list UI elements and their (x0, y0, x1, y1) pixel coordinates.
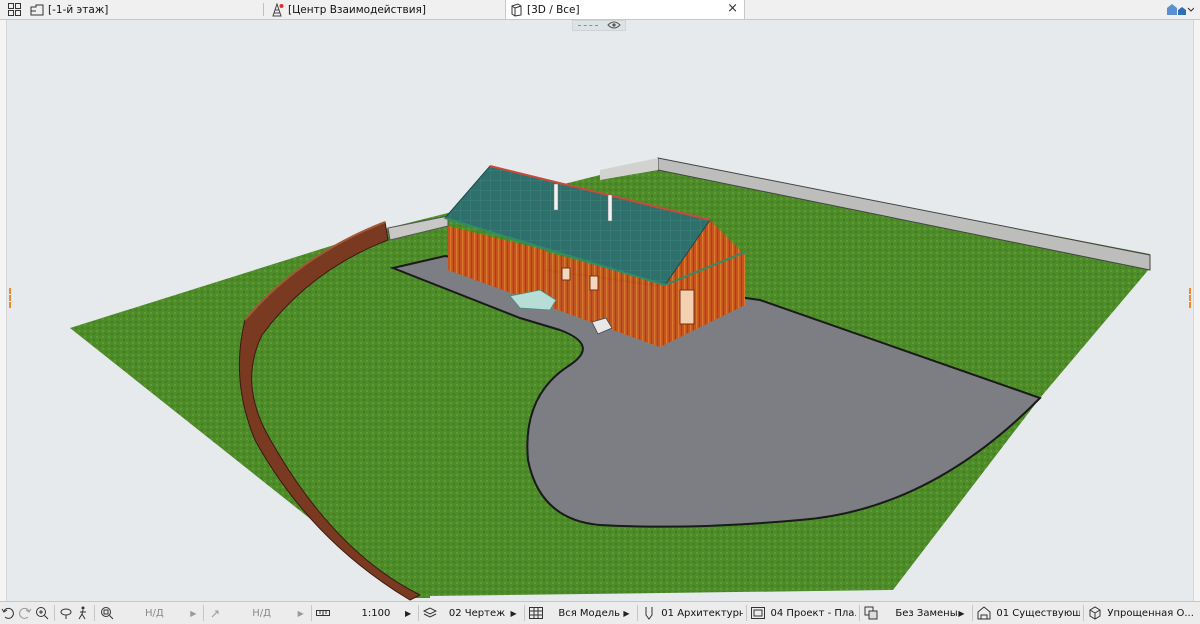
3d-view-icon (510, 2, 523, 17)
renovation-icon[interactable] (976, 605, 991, 621)
chimney-2 (607, 194, 613, 222)
dropdown-arrow-icon: ▶ (297, 608, 304, 618)
tab-label: [3D / Все] (527, 3, 580, 16)
structure-display-value: Упрощенная О... (1107, 607, 1194, 619)
zoom-value: Н/Д (145, 607, 164, 619)
tab-label: [Центр Взаимодействия] (288, 3, 426, 16)
tab-3d-view[interactable]: [3D / Все] × (505, 0, 745, 19)
3d-scene[interactable] (6, 20, 1194, 601)
structure-display-icon[interactable] (1088, 605, 1103, 621)
layer-combination-cell[interactable]: 02 Чертеж ▶ (439, 602, 521, 624)
collaboration-center-icon (270, 2, 284, 17)
chimney-1 (553, 183, 559, 211)
pen-set-cell[interactable]: 01 Архитектурн... ▶ (657, 602, 742, 624)
navigator-icon (1166, 2, 1194, 16)
rotation-value: Н/Д (252, 607, 271, 619)
dropdown-arrow-icon: ▶ (404, 608, 412, 618)
model-view-options-icon[interactable] (751, 605, 766, 621)
dropdown-arrow-icon: ▶ (623, 608, 630, 618)
dropdown-arrow-icon: ▶ (510, 608, 517, 618)
renovation-value: 01 Существующ... (996, 607, 1080, 619)
zoom-value-cell[interactable]: Н/Д ▶ (115, 602, 200, 624)
tab-floor-plan[interactable]: [-1-й этаж] (26, 0, 262, 19)
pen-set-value: 01 Архитектурн... (661, 607, 743, 619)
graphic-override-value: Без Замены (895, 607, 958, 619)
tab-label: [-1-й этаж] (48, 3, 109, 16)
tab-bar: [-1-й этаж] [Центр Взаимодействия] [3D /… (0, 0, 1200, 20)
navigator-button[interactable] (1166, 2, 1194, 16)
scale-icon[interactable] (316, 605, 331, 621)
rotation-icon[interactable] (208, 605, 223, 621)
layer-combination-value: 02 Чертеж (448, 607, 506, 619)
model-view-options-value: 04 Проект - Пла... (770, 607, 856, 619)
window (589, 275, 599, 291)
window (679, 289, 695, 325)
zoom-in-icon[interactable] (35, 605, 50, 621)
graphic-override-cell[interactable]: Без Замены ▶ (879, 602, 968, 624)
redo-zoom-icon[interactable] (18, 605, 33, 621)
undo-zoom-icon[interactable] (1, 605, 16, 621)
model-view-value: Вся Модель (558, 607, 621, 619)
walk-icon[interactable] (75, 605, 90, 621)
scale-value: 1:100 (361, 607, 391, 619)
tab-overview-icon[interactable] (8, 3, 22, 16)
zoom-to-fit-icon[interactable] (99, 605, 114, 621)
status-bar: Н/Д ▶ Н/Д ▶ 1:100 ▶ 02 Чертеж ▶ Вся Моде… (0, 601, 1200, 624)
layers-icon[interactable] (423, 605, 438, 621)
tab-separator (263, 3, 264, 16)
structure-display-cell[interactable]: Упрощенная О... (1103, 602, 1200, 624)
orbit-icon[interactable] (59, 605, 74, 621)
dropdown-arrow-icon: ▶ (958, 608, 965, 618)
right-edge-panel (1193, 0, 1200, 623)
graphic-override-icon[interactable] (864, 605, 879, 621)
dropdown-arrow-icon: ▶ (190, 608, 197, 618)
scale-cell[interactable]: 1:100 ▶ (332, 602, 416, 624)
model-view-options-cell[interactable]: 04 Проект - Пла... ▶ (767, 602, 856, 624)
window (561, 267, 571, 281)
tab-collaboration-center[interactable]: [Центр Взаимодействия] (266, 0, 504, 19)
model-view-cell[interactable]: Вся Модель ▶ (544, 602, 633, 624)
floor-plan-icon (30, 4, 44, 16)
3d-viewport[interactable] (6, 20, 1194, 601)
pen-set-icon[interactable] (641, 605, 656, 621)
close-tab-icon[interactable]: × (727, 1, 738, 16)
rotation-value-cell[interactable]: Н/Д ▶ (224, 602, 308, 624)
renovation-cell[interactable]: 01 Существующ... ▶ (992, 602, 1079, 624)
model-view-icon[interactable] (528, 605, 544, 621)
